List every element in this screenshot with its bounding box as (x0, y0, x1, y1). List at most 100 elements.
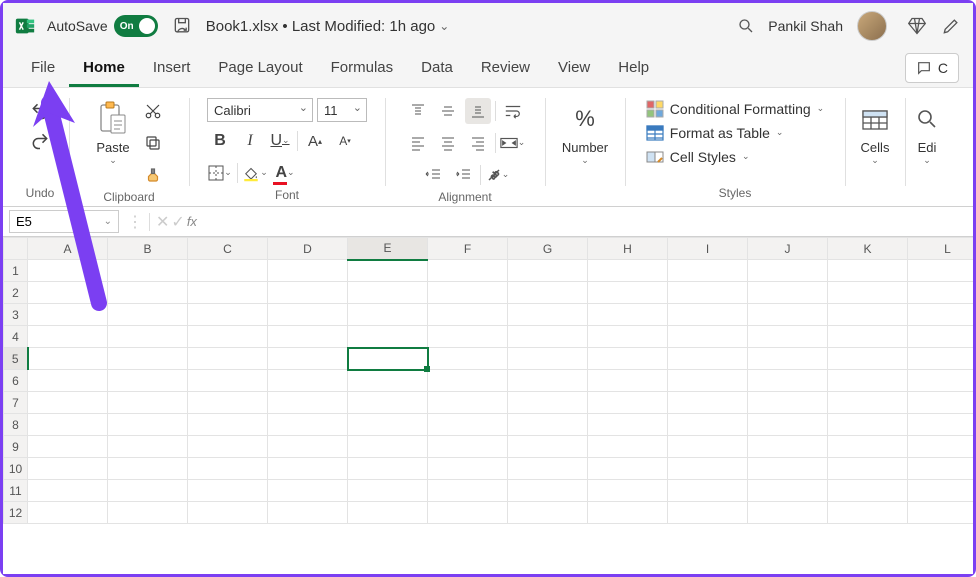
cell[interactable] (588, 304, 668, 326)
cell[interactable] (268, 348, 348, 370)
cell[interactable] (28, 458, 108, 480)
cell[interactable] (748, 480, 828, 502)
row-header[interactable]: 9 (4, 436, 28, 458)
cell[interactable] (188, 282, 268, 304)
align-bottom-button[interactable] (465, 98, 491, 124)
cell[interactable] (348, 282, 428, 304)
tab-formulas[interactable]: Formulas (317, 51, 408, 87)
name-box[interactable]: E5 ⌄ (9, 210, 119, 233)
align-right-button[interactable] (465, 130, 491, 156)
cells-button[interactable]: Cells ⌄ (854, 98, 896, 168)
cell[interactable] (428, 370, 508, 392)
cell[interactable] (268, 326, 348, 348)
cell[interactable] (748, 458, 828, 480)
column-header[interactable]: C (188, 238, 268, 260)
tab-insert[interactable]: Insert (139, 51, 205, 87)
cell[interactable] (508, 392, 588, 414)
cell[interactable] (428, 392, 508, 414)
row-header[interactable]: 12 (4, 502, 28, 524)
align-left-button[interactable] (405, 130, 431, 156)
format-as-table-button[interactable]: Format as Table⌄ (646, 124, 784, 142)
tab-review[interactable]: Review (467, 51, 544, 87)
cell[interactable] (908, 414, 974, 436)
cell[interactable] (668, 260, 748, 282)
cell[interactable] (588, 282, 668, 304)
tab-help[interactable]: Help (604, 51, 663, 87)
column-header[interactable]: K (828, 238, 908, 260)
cell[interactable] (428, 304, 508, 326)
font-color-button[interactable]: A⌄ (272, 160, 298, 186)
cell[interactable] (348, 370, 428, 392)
formula-input[interactable] (209, 207, 973, 236)
cell[interactable] (668, 480, 748, 502)
cell[interactable] (108, 326, 188, 348)
cell[interactable] (348, 392, 428, 414)
comments-button[interactable]: C (905, 53, 959, 83)
cell[interactable] (28, 348, 108, 370)
cell[interactable] (348, 458, 428, 480)
cell[interactable] (188, 414, 268, 436)
row-header[interactable]: 2 (4, 282, 28, 304)
cell[interactable] (588, 414, 668, 436)
cell[interactable] (428, 414, 508, 436)
cell[interactable] (268, 436, 348, 458)
cell[interactable] (508, 458, 588, 480)
cell[interactable] (348, 304, 428, 326)
cell[interactable] (268, 304, 348, 326)
cut-button[interactable] (140, 98, 166, 124)
cell[interactable] (428, 326, 508, 348)
cell[interactable] (108, 304, 188, 326)
cell[interactable] (908, 502, 974, 524)
tab-home[interactable]: Home (69, 51, 139, 87)
merge-center-button[interactable]: ⌄ (500, 130, 526, 156)
user-avatar[interactable] (857, 11, 887, 41)
cell[interactable] (908, 304, 974, 326)
cell[interactable] (828, 458, 908, 480)
bold-button[interactable]: B (207, 128, 233, 154)
enter-formula-icon[interactable]: ✓ (171, 212, 184, 232)
row-header[interactable]: 1 (4, 260, 28, 282)
cell[interactable] (108, 348, 188, 370)
cell[interactable] (668, 436, 748, 458)
cell[interactable] (508, 326, 588, 348)
tab-file[interactable]: File (17, 51, 69, 87)
wrap-text-button[interactable] (500, 98, 526, 124)
cell[interactable] (588, 502, 668, 524)
cell[interactable] (588, 436, 668, 458)
cell[interactable] (908, 480, 974, 502)
cell[interactable] (188, 348, 268, 370)
cell[interactable] (908, 458, 974, 480)
increase-indent-button[interactable] (450, 162, 476, 188)
cell[interactable] (268, 392, 348, 414)
row-header[interactable]: 8 (4, 414, 28, 436)
row-header[interactable]: 3 (4, 304, 28, 326)
cell[interactable] (28, 304, 108, 326)
cell[interactable] (188, 480, 268, 502)
conditional-formatting-button[interactable]: Conditional Formatting⌄ (646, 100, 824, 118)
cell[interactable] (108, 502, 188, 524)
cell[interactable] (428, 502, 508, 524)
cell[interactable] (828, 370, 908, 392)
cell[interactable] (508, 304, 588, 326)
cell[interactable] (588, 348, 668, 370)
cell[interactable] (108, 370, 188, 392)
cell[interactable] (188, 502, 268, 524)
cell[interactable] (108, 282, 188, 304)
cell[interactable] (748, 260, 828, 282)
document-title[interactable]: Book1.xlsx • Last Modified: 1h ago ⌄ (206, 18, 450, 35)
cell[interactable] (188, 370, 268, 392)
column-header[interactable]: H (588, 238, 668, 260)
cell[interactable] (828, 304, 908, 326)
cell[interactable] (668, 414, 748, 436)
row-header[interactable]: 11 (4, 480, 28, 502)
underline-button[interactable]: U⌄ (267, 128, 293, 154)
autosave-toggle[interactable]: On (114, 15, 158, 37)
cell[interactable] (748, 436, 828, 458)
cell[interactable] (28, 480, 108, 502)
cell[interactable] (348, 326, 428, 348)
increase-font-button[interactable]: A▴ (302, 128, 328, 154)
user-name[interactable]: Pankil Shah (768, 18, 843, 34)
cell[interactable] (188, 304, 268, 326)
borders-button[interactable]: ⌄ (207, 160, 233, 186)
copy-button[interactable] (140, 130, 166, 156)
